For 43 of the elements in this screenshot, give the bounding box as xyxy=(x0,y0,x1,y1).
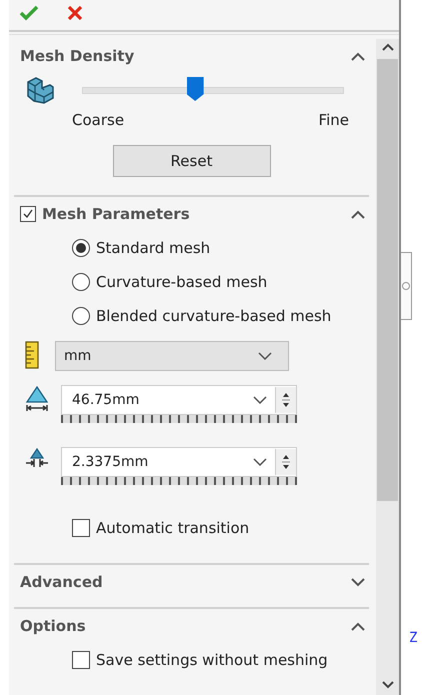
panel-handle[interactable] xyxy=(401,252,412,320)
radio-label: Blended curvature-based mesh xyxy=(96,307,332,325)
tolerance-field[interactable]: 2.3375mm xyxy=(61,447,297,477)
density-slider[interactable] xyxy=(82,77,344,103)
ok-icon[interactable] xyxy=(19,4,39,20)
checkbox[interactable] xyxy=(20,206,36,222)
checkbox[interactable] xyxy=(72,519,90,537)
thumbwheel[interactable] xyxy=(61,477,297,485)
radio-label: Standard mesh xyxy=(96,239,210,257)
chevron-down-icon[interactable] xyxy=(253,396,267,404)
scrollbar[interactable] xyxy=(376,39,399,695)
checkbox-label: Save settings without meshing xyxy=(96,651,328,669)
checkbox[interactable] xyxy=(72,651,90,669)
section-title: Mesh Parameters xyxy=(42,205,190,223)
radio-button[interactable] xyxy=(72,307,90,325)
collapse-icon[interactable] xyxy=(351,210,365,218)
coarse-label: Coarse xyxy=(72,111,124,129)
section-title: Advanced xyxy=(20,573,103,591)
radio-button[interactable] xyxy=(72,273,90,291)
radio-button[interactable] xyxy=(72,239,90,257)
mesh-cube-icon xyxy=(26,76,54,104)
chevron-down-icon xyxy=(258,352,272,360)
unit-dropdown[interactable]: mm xyxy=(55,341,289,371)
element-size-field[interactable]: 46.75mm xyxy=(61,385,297,415)
slider-thumb[interactable] xyxy=(186,77,204,101)
collapse-icon[interactable] xyxy=(351,52,365,60)
axis-label: Z xyxy=(409,630,418,646)
thumbwheel[interactable] xyxy=(61,415,297,423)
section-title: Options xyxy=(20,617,86,635)
scroll-up-icon[interactable] xyxy=(382,43,394,51)
element-size-icon xyxy=(25,385,49,413)
fine-label: Fine xyxy=(318,111,349,129)
reset-button[interactable]: Reset xyxy=(112,145,270,177)
expand-icon[interactable] xyxy=(351,578,365,586)
close-icon[interactable] xyxy=(67,4,83,20)
collapse-icon[interactable] xyxy=(351,622,365,630)
scroll-down-icon[interactable] xyxy=(382,681,394,689)
section-title: Mesh Density xyxy=(20,47,134,65)
ruler-icon xyxy=(25,341,39,369)
checkmark-icon xyxy=(22,208,34,220)
radio-label: Curvature-based mesh xyxy=(96,273,268,291)
checkbox-label: Automatic transition xyxy=(96,519,250,537)
chevron-down-icon[interactable] xyxy=(253,458,267,466)
